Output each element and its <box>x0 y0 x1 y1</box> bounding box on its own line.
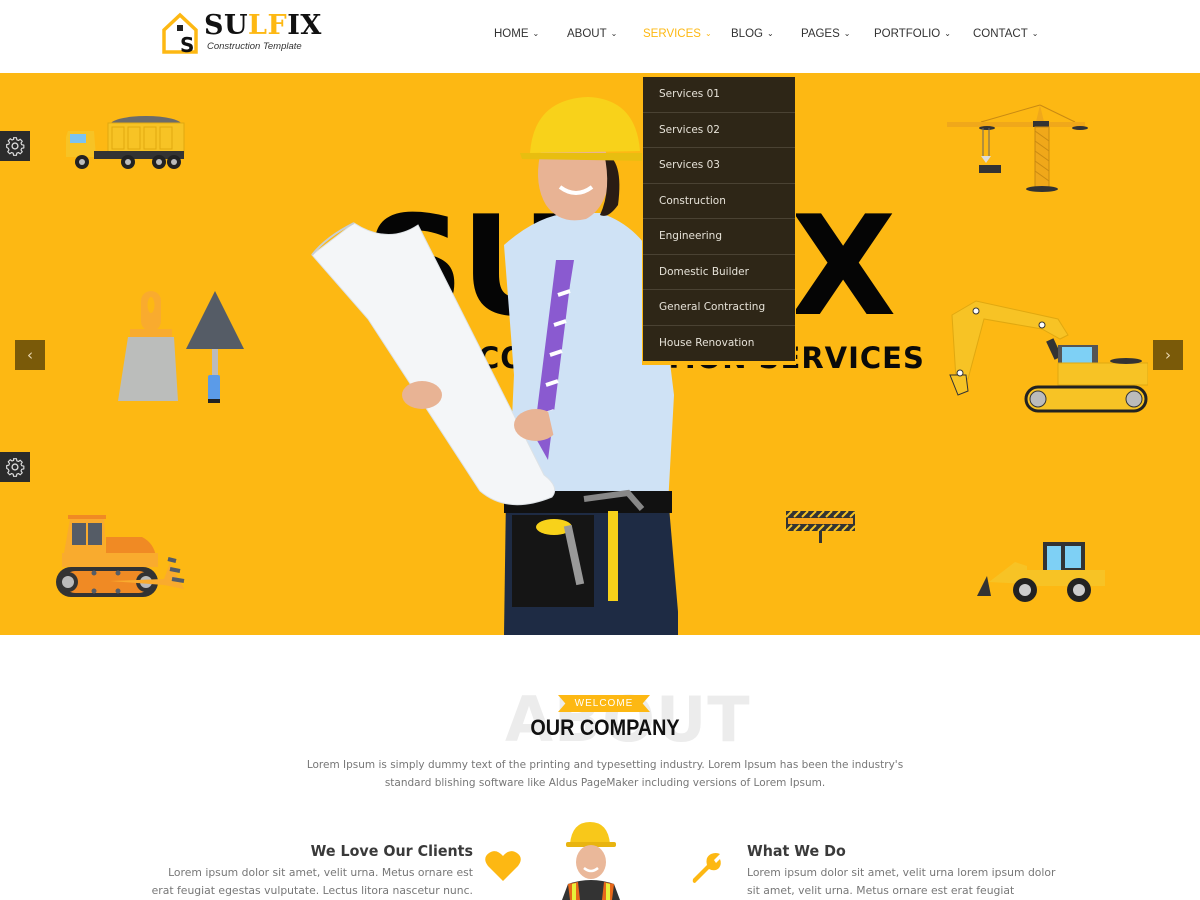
chevron-down-icon: ⌄ <box>843 28 851 38</box>
nav-pages[interactable]: PAGES ⌄ <box>801 28 874 40</box>
dump-truck-illustration <box>66 116 185 169</box>
nav-contact[interactable]: CONTACT ⌄ <box>973 28 1038 40</box>
welcome-ribbon: WELCOME <box>558 695 650 712</box>
bulldozer-illustration <box>56 515 185 597</box>
dropdown-item-construction[interactable]: Construction <box>643 184 795 219</box>
nav-home-label: HOME <box>494 28 529 40</box>
heart-icon <box>485 851 521 881</box>
chevron-right-icon: › <box>1165 346 1171 364</box>
nav-blog-label: BLOG <box>731 28 763 40</box>
hero-slider: SULFIX CONSTRUCTION SERVICES <box>0 73 1200 635</box>
chevron-down-icon: ⌄ <box>704 28 712 38</box>
dropdown-item-engineering[interactable]: Engineering <box>643 219 795 255</box>
chevron-left-icon: ‹ <box>27 346 33 364</box>
nav-home[interactable]: HOME ⌄ <box>494 28 567 40</box>
site-header: S SULFIX Construction Template HOME ⌄ ABO… <box>0 0 1200 73</box>
feature-text: Lorem ipsum dolor sit amet, velit urna l… <box>747 866 1056 897</box>
dropdown-item-services-02[interactable]: Services 02 <box>643 113 795 148</box>
feature-clients: We Love Our Clients Lorem ipsum dolor si… <box>150 842 473 900</box>
chevron-down-icon: ⌄ <box>610 28 618 38</box>
about-section: ABOUT WELCOME OUR COMPANY Lorem Ipsum is… <box>0 635 1200 900</box>
settings-button[interactable] <box>0 131 30 161</box>
gear-icon <box>6 458 25 477</box>
nav-contact-label: CONTACT <box>973 28 1028 40</box>
wrench-icon <box>692 853 721 883</box>
engineer-with-blueprint-image <box>311 97 678 635</box>
dropdown-item-general-contracting[interactable]: General Contracting <box>643 290 795 326</box>
svg-text:S: S <box>180 33 194 54</box>
logo[interactable]: S SULFIX Construction Template <box>162 10 321 54</box>
nav-about-label: ABOUT <box>567 28 607 40</box>
excavator-illustration <box>949 300 1148 413</box>
services-dropdown-menu: Services 01 Services 02 Services 03 Cons… <box>643 77 795 364</box>
gear-icon <box>6 137 25 156</box>
under-construction-sign-illustration <box>786 511 856 543</box>
house-logo-icon: S <box>162 12 198 54</box>
chevron-down-icon: ⌄ <box>1031 28 1039 38</box>
nav-pages-label: PAGES <box>801 28 840 40</box>
worker-portrait-image <box>562 822 620 900</box>
chevron-down-icon: ⌄ <box>766 28 774 38</box>
dropdown-item-services-01[interactable]: Services 01 <box>643 77 795 113</box>
dropdown-item-services-03[interactable]: Services 03 <box>643 148 795 184</box>
spatula-trowel-illustration <box>118 291 244 403</box>
tower-crane-illustration <box>947 104 1088 192</box>
nav-services-label: SERVICES <box>643 28 701 40</box>
dropdown-item-domestic-builder[interactable]: Domestic Builder <box>643 255 795 290</box>
nav-blog[interactable]: BLOG ⌄ <box>731 28 801 40</box>
about-title: OUR COMPANY <box>530 715 680 740</box>
feature-text: Lorem ipsum dolor sit amet, velit urna. … <box>151 866 473 897</box>
nav-portfolio[interactable]: PORTFOLIO ⌄ <box>874 28 973 40</box>
brand-tagline: Construction Template <box>207 41 302 52</box>
nav-about[interactable]: ABOUT ⌄ <box>567 28 643 40</box>
slider-next-button[interactable]: › <box>1153 340 1183 370</box>
feature-title: We Love Our Clients <box>310 842 473 860</box>
main-nav: HOME ⌄ ABOUT ⌄ SERVICES ⌄ BLOG ⌄ PAGES ⌄ PORT… <box>494 28 1038 40</box>
chevron-down-icon: ⌄ <box>944 28 951 38</box>
dropdown-item-house-renovation[interactable]: House Renovation <box>643 326 795 362</box>
brand-name: SULFIX <box>204 10 322 41</box>
chevron-down-icon: ⌄ <box>532 28 540 38</box>
nav-portfolio-label: PORTFOLIO <box>874 28 941 40</box>
feature-title: What We Do <box>747 842 846 860</box>
wheel-loader-illustration <box>977 542 1105 602</box>
about-description: Lorem Ipsum is simply dummy text of the … <box>306 759 904 789</box>
slider-prev-button[interactable]: ‹ <box>15 340 45 370</box>
settings-button[interactable] <box>0 452 30 482</box>
nav-services[interactable]: SERVICES ⌄ <box>643 28 731 40</box>
feature-what-we-do: What We Do Lorem ipsum dolor sit amet, v… <box>747 842 1057 900</box>
